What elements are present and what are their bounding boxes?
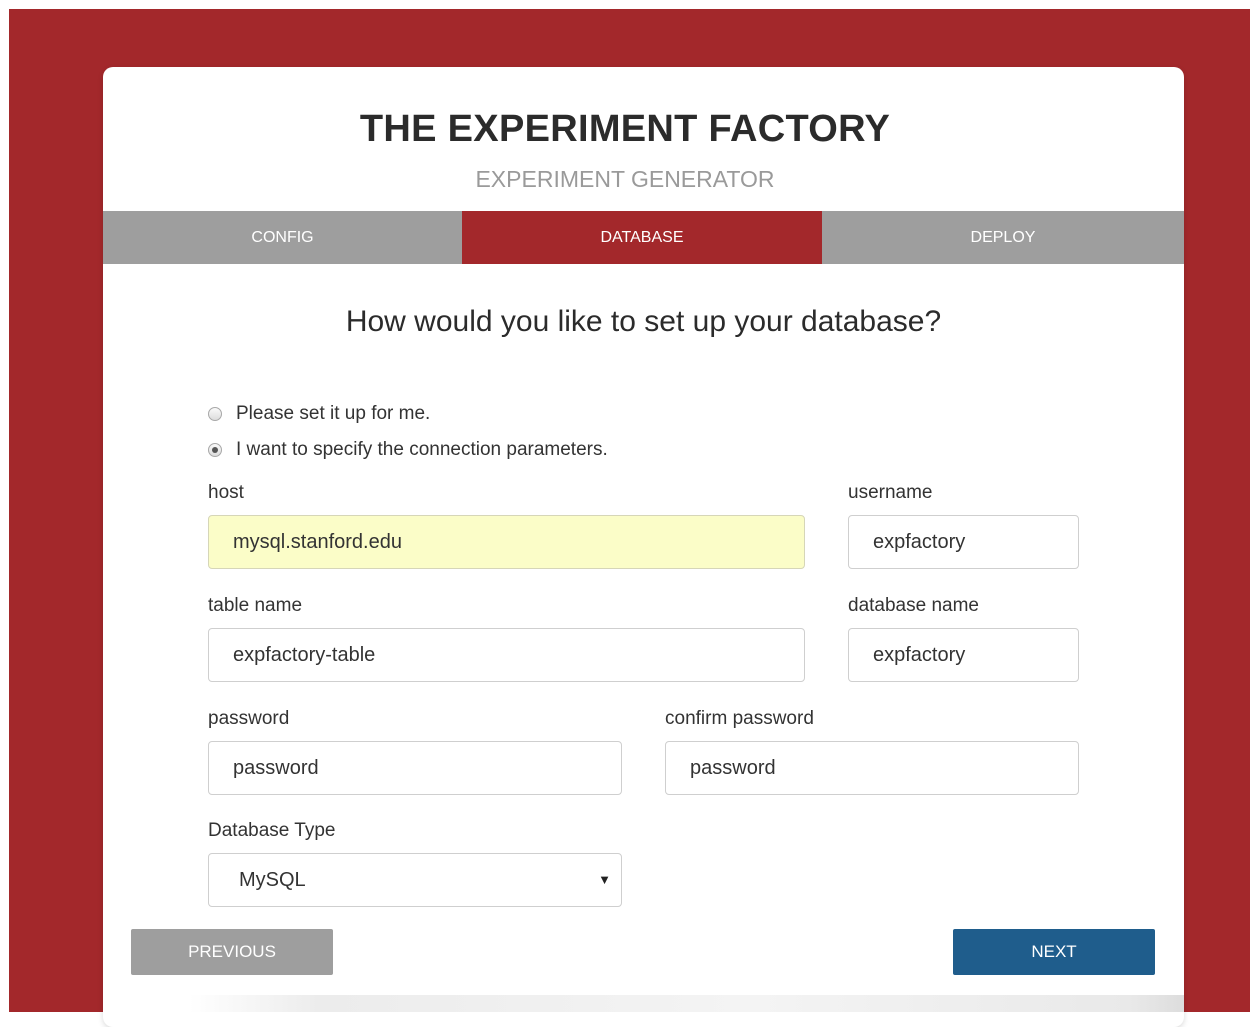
database-type-value: MySQL <box>239 869 306 891</box>
password-label: password <box>208 708 290 729</box>
next-button[interactable]: NEXT <box>953 929 1155 975</box>
radio-specify-parameters[interactable] <box>208 443 222 457</box>
app-title: THE EXPERIMENT FACTORY <box>359 108 891 150</box>
option-auto-setup-label: Please set it up for me. <box>236 403 431 424</box>
option-auto-setup[interactable]: Please set it up for me. <box>208 402 430 426</box>
previous-button[interactable]: PREVIOUS <box>131 929 333 975</box>
radio-auto-setup[interactable] <box>208 407 222 421</box>
tab-config[interactable]: CONFIG <box>103 211 462 264</box>
dropdown-arrow-icon: ▼ <box>598 872 611 887</box>
confirm-password-label: confirm password <box>665 708 814 729</box>
database-name-input[interactable]: expfactory <box>848 628 1079 682</box>
database-name-label: database name <box>848 595 979 616</box>
database-setup-question: How would you like to set up your databa… <box>345 305 942 338</box>
card-bottom-shadow <box>103 995 1184 1012</box>
username-input[interactable]: expfactory <box>848 515 1079 569</box>
option-specify-parameters-label: I want to specify the connection paramet… <box>236 439 608 460</box>
password-input[interactable]: password <box>208 741 622 795</box>
database-type-select[interactable]: MySQL ▼ <box>208 853 622 907</box>
host-input[interactable]: mysql.stanford.edu <box>208 515 805 569</box>
confirm-password-input[interactable]: password <box>665 741 1079 795</box>
app-subtitle: EXPERIMENT GENERATOR <box>475 166 775 192</box>
database-type-label: Database Type <box>208 820 336 841</box>
table-name-input[interactable]: expfactory-table <box>208 628 805 682</box>
username-label: username <box>848 482 933 503</box>
table-name-label: table name <box>208 595 303 616</box>
tab-deploy[interactable]: DEPLOY <box>822 211 1184 264</box>
tab-database[interactable]: DATABASE <box>462 211 822 264</box>
host-label: host <box>208 482 244 503</box>
option-specify-parameters[interactable]: I want to specify the connection paramet… <box>208 438 608 462</box>
